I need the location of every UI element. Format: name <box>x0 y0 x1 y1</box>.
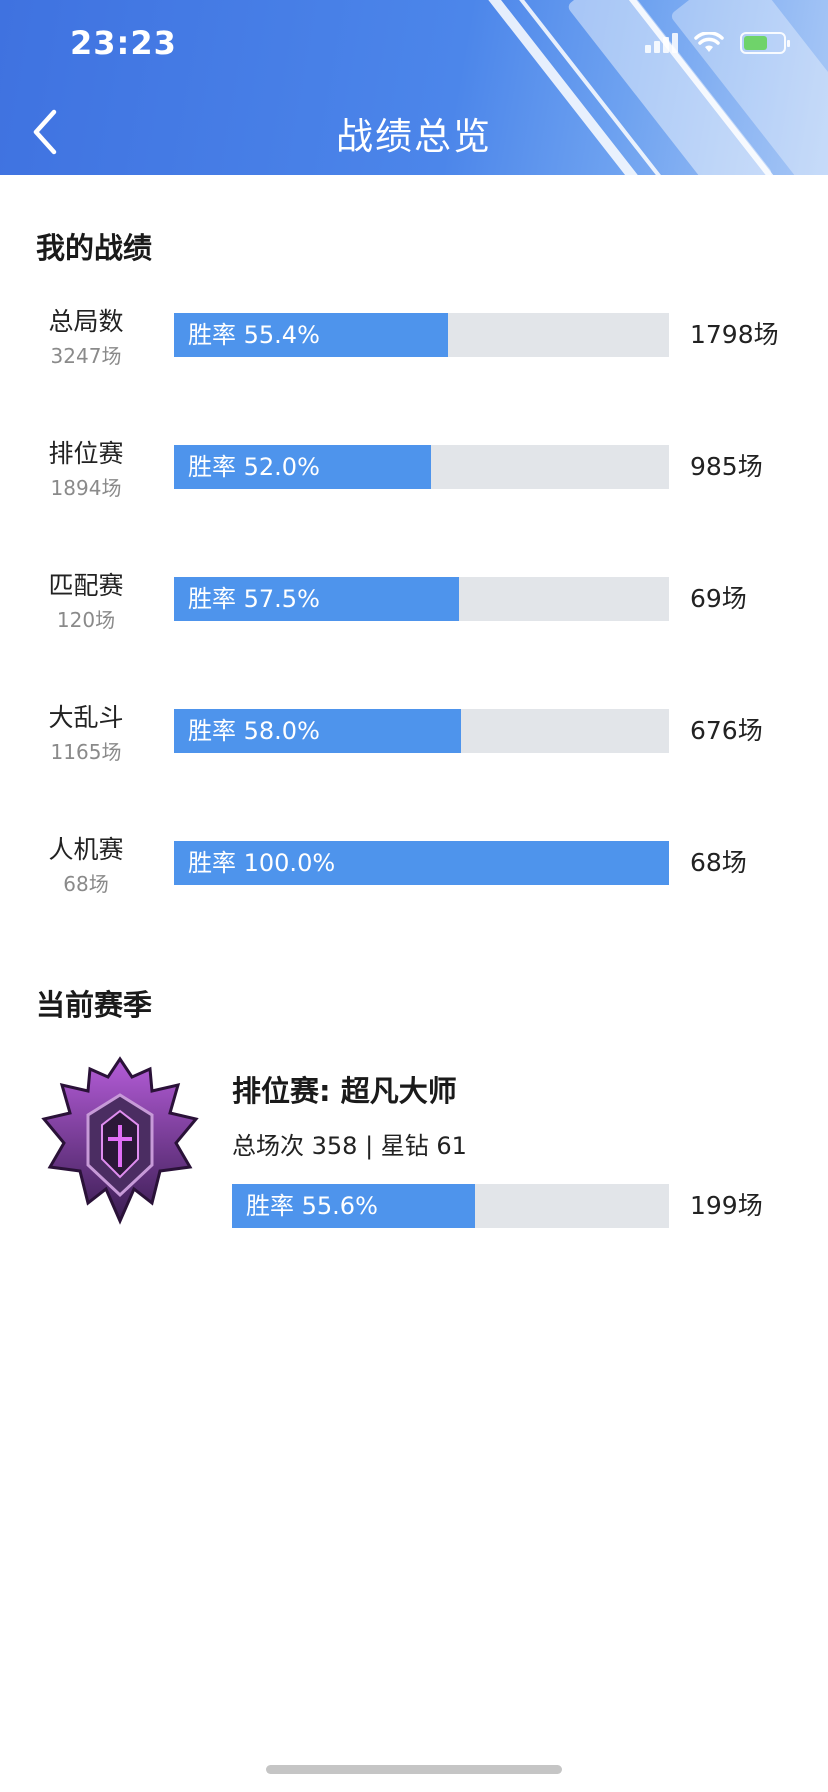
mode-wins: 69场 <box>690 584 747 613</box>
mode-total-games: 120场 <box>56 608 116 632</box>
win-rate-text: 胜率 57.5% <box>188 585 320 613</box>
season-detail: 总场次 358 | 星钻 61 <box>232 1132 467 1160</box>
mode-label: 匹配赛 <box>48 571 124 600</box>
stat-row: 匹配赛 120场 胜率 57.5% 69场 <box>0 566 828 646</box>
mode-wins: 1798场 <box>690 320 779 349</box>
wifi-icon <box>694 32 724 52</box>
home-indicator <box>266 1765 562 1774</box>
stat-row: 总局数 3247场 胜率 55.4% 1798场 <box>0 302 828 382</box>
stat-row: 排位赛 1894场 胜率 52.0% 985场 <box>0 434 828 514</box>
master-rank-emblem-icon <box>41 1056 199 1225</box>
win-rate-bar: 胜率 52.0% <box>174 445 669 489</box>
win-rate-bar: 胜率 58.0% <box>174 709 669 753</box>
win-rate-bar: 胜率 100.0% <box>174 841 669 885</box>
mode-total-games: 3247场 <box>50 344 122 368</box>
status-time: 23:23 <box>70 24 177 62</box>
mode-label: 排位赛 <box>48 439 124 468</box>
mode-label: 总局数 <box>48 307 124 336</box>
mode-label: 大乱斗 <box>48 703 124 732</box>
win-rate-text: 胜率 58.0% <box>188 717 320 745</box>
win-rate-bar: 胜率 55.4% <box>174 313 669 357</box>
mode-label: 人机赛 <box>48 835 124 864</box>
battery-icon <box>740 32 790 54</box>
win-rate-text: 胜率 52.0% <box>188 453 320 481</box>
win-rate-text: 胜率 55.4% <box>188 321 320 349</box>
mode-total-games: 1894场 <box>50 476 122 500</box>
season-wins: 199场 <box>690 1191 763 1220</box>
win-rate-bar: 胜率 57.5% <box>174 577 669 621</box>
header-bar: 23:23 战绩总览 <box>0 0 828 175</box>
win-rate-text: 胜率 100.0% <box>188 849 336 877</box>
win-rate-text: 胜率 55.6% <box>246 1192 378 1220</box>
season-win-rate-bar: 胜率 55.6% <box>232 1184 669 1228</box>
mode-wins: 676场 <box>690 716 763 745</box>
page-title: 战绩总览 <box>336 115 492 158</box>
mode-total-games: 68场 <box>63 872 109 896</box>
season-rank-name: 排位赛: 超凡大师 <box>232 1074 457 1108</box>
mode-wins: 985场 <box>690 452 763 481</box>
mode-wins: 68场 <box>690 848 747 877</box>
stat-row: 大乱斗 1165场 胜率 58.0% 676场 <box>0 698 828 778</box>
current-season-title: 当前赛季 <box>36 988 153 1022</box>
mode-total-games: 1165场 <box>50 740 122 764</box>
my-stats-title: 我的战绩 <box>36 231 153 265</box>
signal-icon <box>645 33 678 53</box>
status-icons <box>645 32 790 54</box>
stat-row: 人机赛 68场 胜率 100.0% 68场 <box>0 830 828 910</box>
